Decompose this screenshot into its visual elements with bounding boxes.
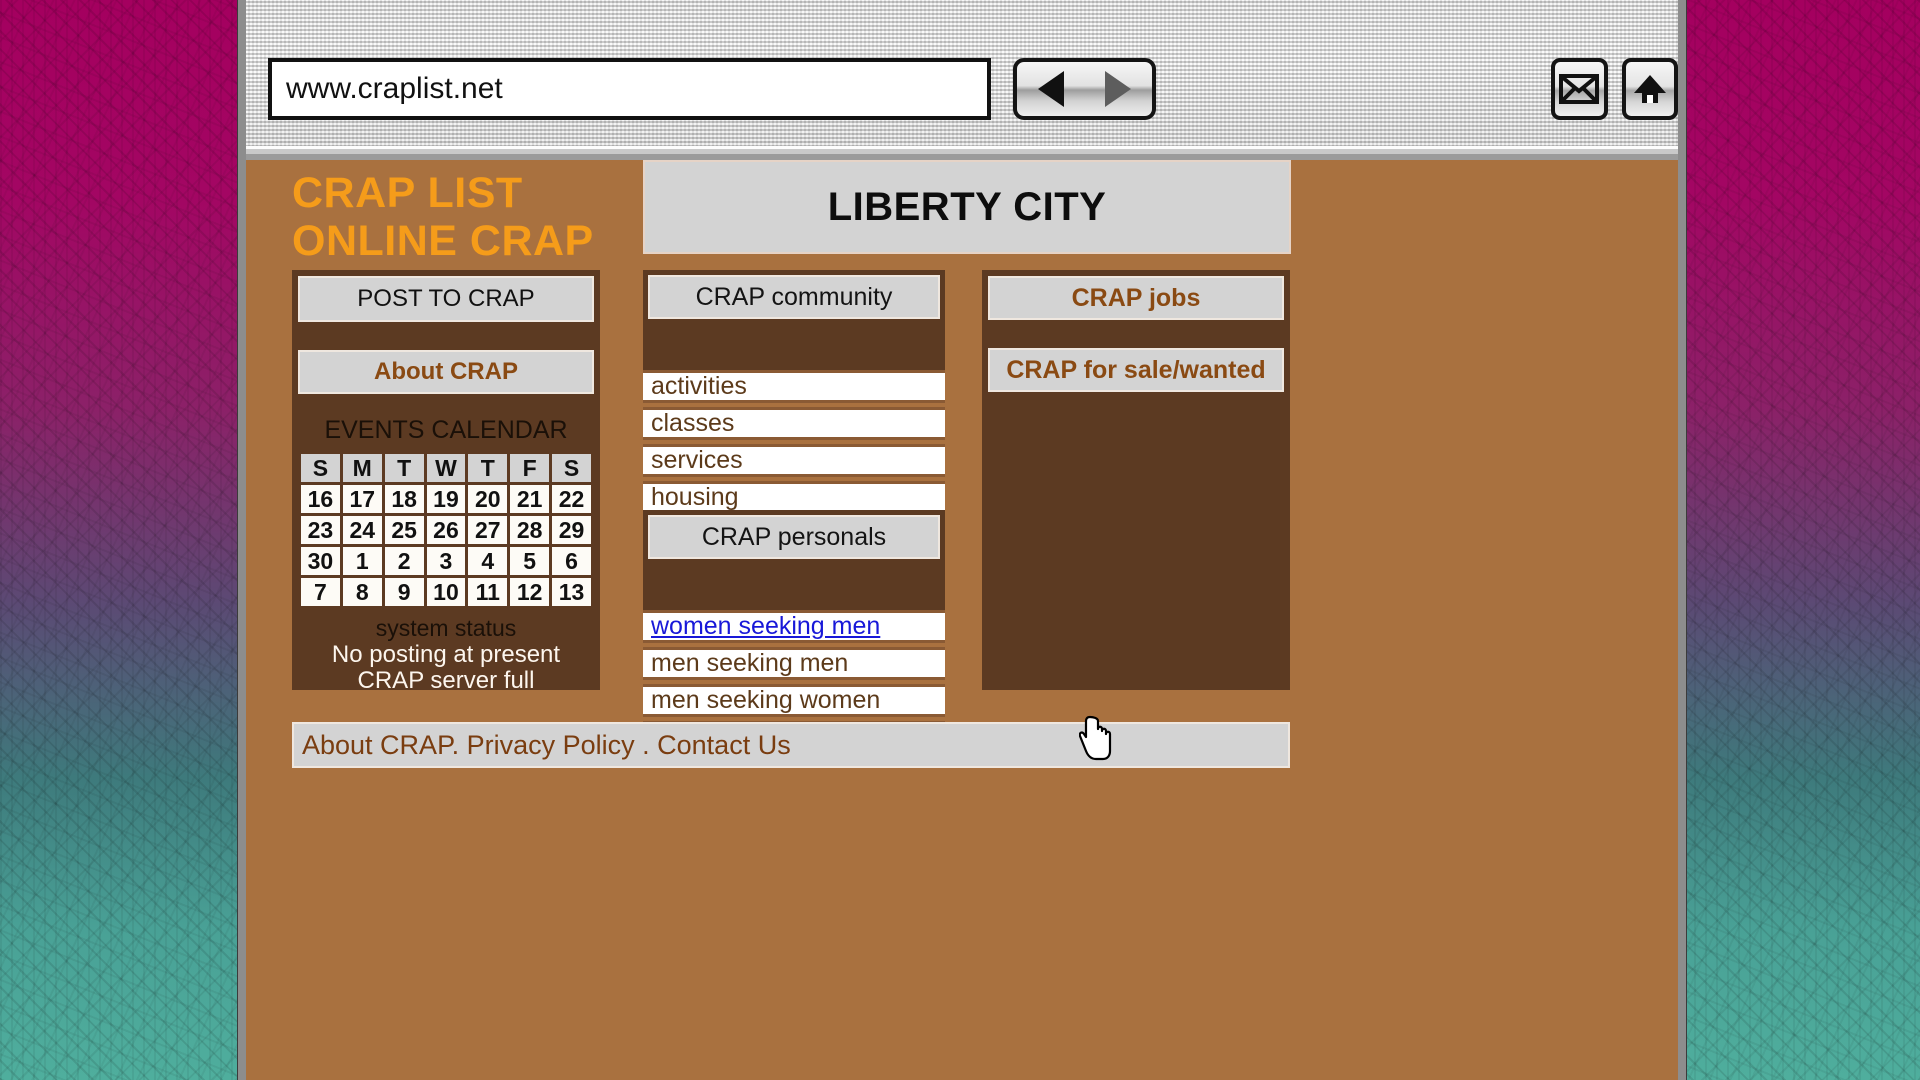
list-item-women-seeking-men[interactable]: women seeking men: [643, 610, 945, 643]
calendar-week-row: 30 1 2 3 4 5 6: [301, 547, 591, 575]
system-status-line-2: CRAP server full: [357, 667, 535, 694]
calendar-day-cell[interactable]: 19: [426, 485, 466, 513]
footer-links[interactable]: About CRAP. Privacy Policy . Contact Us: [292, 722, 1290, 768]
calendar-day-cell[interactable]: 4: [468, 547, 508, 575]
calendar-day-header: W: [426, 454, 466, 482]
system-status-title: system status: [375, 615, 517, 641]
calendar-day-cell[interactable]: 13: [552, 578, 591, 606]
personals-heading: CRAP personals: [648, 515, 940, 559]
list-item[interactable]: activities: [643, 370, 945, 403]
calendar-day-cell[interactable]: 5: [510, 547, 550, 575]
jobs-panel: CRAP jobs CRAP for sale/wanted: [982, 270, 1290, 690]
calendar-day-header: T: [384, 454, 424, 482]
address-bar-input[interactable]: www.craplist.net: [268, 58, 992, 120]
calendar-day-cell[interactable]: 27: [468, 516, 508, 544]
calendar-day-header: S: [552, 454, 591, 482]
calendar-day-header: T: [468, 454, 508, 482]
left-panel: POST TO CRAP About CRAP EVENTS CALENDAR …: [292, 270, 600, 694]
calendar-day-cell[interactable]: 17: [342, 485, 382, 513]
calendar-day-cell[interactable]: 23: [301, 516, 340, 544]
house-icon: [1633, 75, 1666, 103]
calendar-day-cell[interactable]: 22: [552, 485, 591, 513]
for-sale-wanted-button[interactable]: CRAP for sale/wanted: [988, 348, 1284, 392]
calendar-day-header: F: [510, 454, 550, 482]
logo-line-2: ONLINE CRAP: [292, 217, 594, 265]
calendar-day-cell[interactable]: 18: [384, 485, 424, 513]
home-button[interactable]: [1621, 58, 1679, 120]
calendar-day-cell[interactable]: 3: [426, 547, 466, 575]
address-bar-text: www.craplist.net: [286, 72, 503, 105]
system-status-line-1: No posting at present: [331, 641, 561, 668]
envelope-icon: [1559, 74, 1600, 104]
calendar-day-cell[interactable]: 26: [426, 516, 466, 544]
calendar-day-cell[interactable]: 12: [510, 578, 550, 606]
mail-button[interactable]: [1551, 58, 1608, 120]
calendar-day-header: M: [342, 454, 382, 482]
about-crap-button[interactable]: About CRAP: [298, 350, 594, 394]
calendar-header-row: S M T W T F S: [301, 454, 591, 482]
calendar-day-header: S: [301, 454, 340, 482]
site-logo: CRAP LIST ONLINE CRAP: [292, 172, 594, 268]
list-item-men-seeking-women[interactable]: men seeking women: [643, 684, 945, 717]
forward-icon[interactable]: [1105, 71, 1132, 107]
calendar-day-cell[interactable]: 29: [552, 516, 591, 544]
list-item[interactable]: services: [643, 444, 945, 477]
calendar-day-cell[interactable]: 11: [468, 578, 508, 606]
events-calendar-title: EVENTS CALENDAR: [324, 416, 568, 444]
calendar-week-row: 23 24 25 26 27 28 29: [301, 516, 591, 544]
calendar-day-cell[interactable]: 28: [510, 516, 550, 544]
browser-toolbar: www.craplist.net: [246, 0, 1679, 160]
calendar-day-cell[interactable]: 30: [301, 547, 340, 575]
post-to-crap-button[interactable]: POST TO CRAP: [298, 276, 594, 322]
calendar-day-cell[interactable]: 16: [301, 485, 340, 513]
navigation-buttons[interactable]: [1013, 58, 1157, 120]
jobs-heading: CRAP jobs: [988, 276, 1284, 320]
calendar-day-cell[interactable]: 20: [468, 485, 508, 513]
calendar-day-cell[interactable]: 21: [510, 485, 550, 513]
community-panel: CRAP community: [643, 270, 945, 374]
browser-window: www.craplist.net CRAP LIST ONLINE CRAP L…: [238, 0, 1686, 1080]
logo-line-1: CRAP LIST: [292, 169, 523, 217]
back-icon[interactable]: [1037, 71, 1064, 107]
calendar-day-cell[interactable]: 2: [384, 547, 424, 575]
page-content: CRAP LIST ONLINE CRAP LIBERTY CITY POST …: [246, 160, 1678, 1080]
events-calendar: S M T W T F S 16 17 18 19 20 21 22 23 24…: [298, 451, 594, 609]
calendar-day-cell[interactable]: 9: [384, 578, 424, 606]
community-heading: CRAP community: [648, 275, 940, 319]
calendar-day-cell[interactable]: 25: [384, 516, 424, 544]
calendar-day-cell[interactable]: 6: [552, 547, 591, 575]
calendar-day-cell[interactable]: 8: [342, 578, 382, 606]
list-item[interactable]: classes: [643, 407, 945, 440]
calendar-day-cell[interactable]: 1: [342, 547, 382, 575]
list-item-men-seeking-men[interactable]: men seeking men: [643, 647, 945, 680]
calendar-day-cell[interactable]: 7: [301, 578, 340, 606]
calendar-day-cell[interactable]: 24: [342, 516, 382, 544]
calendar-week-row: 7 8 9 10 11 12 13: [301, 578, 591, 606]
personals-panel: CRAP personals: [643, 510, 945, 614]
calendar-day-cell[interactable]: 10: [426, 578, 466, 606]
calendar-week-row: 16 17 18 19 20 21 22: [301, 485, 591, 513]
city-banner: LIBERTY CITY: [643, 160, 1291, 254]
